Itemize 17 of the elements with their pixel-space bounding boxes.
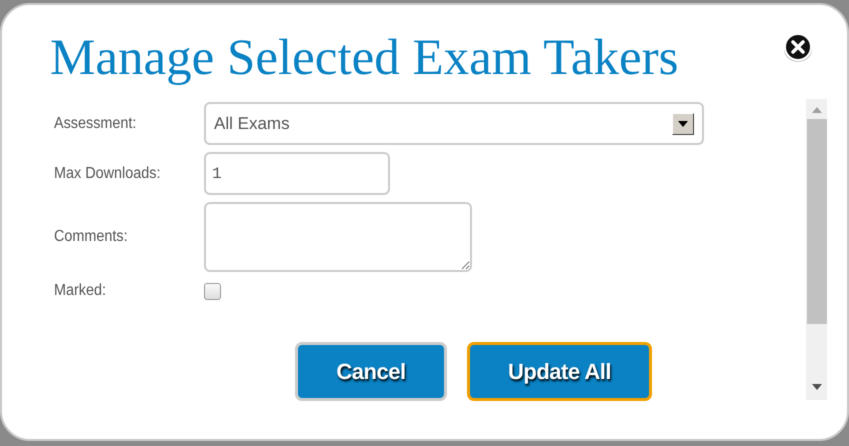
comments-field[interactable] bbox=[204, 202, 472, 272]
assessment-dropdown[interactable]: All Exams bbox=[204, 102, 704, 145]
scroll-down-icon[interactable] bbox=[812, 383, 822, 391]
field-label: Max Downloads: bbox=[54, 164, 162, 184]
field-label: Comments: bbox=[54, 227, 129, 247]
scrollbar-thumb[interactable] bbox=[806, 119, 826, 324]
update-button[interactable]: Update All bbox=[467, 342, 652, 401]
close-button[interactable] bbox=[783, 33, 813, 63]
checkbox[interactable] bbox=[204, 282, 221, 300]
field-label: Marked: bbox=[54, 281, 108, 301]
scrollbar[interactable] bbox=[806, 99, 827, 400]
cancel-button[interactable]: Cancel bbox=[295, 342, 447, 401]
caret-icon[interactable] bbox=[672, 112, 694, 134]
dialog-title: Manage Selected Exam Takers bbox=[50, 29, 678, 84]
field-label: Assessment: bbox=[54, 114, 138, 134]
input-field[interactable]: 1 bbox=[204, 152, 390, 195]
scroll-up-icon[interactable] bbox=[812, 106, 822, 114]
